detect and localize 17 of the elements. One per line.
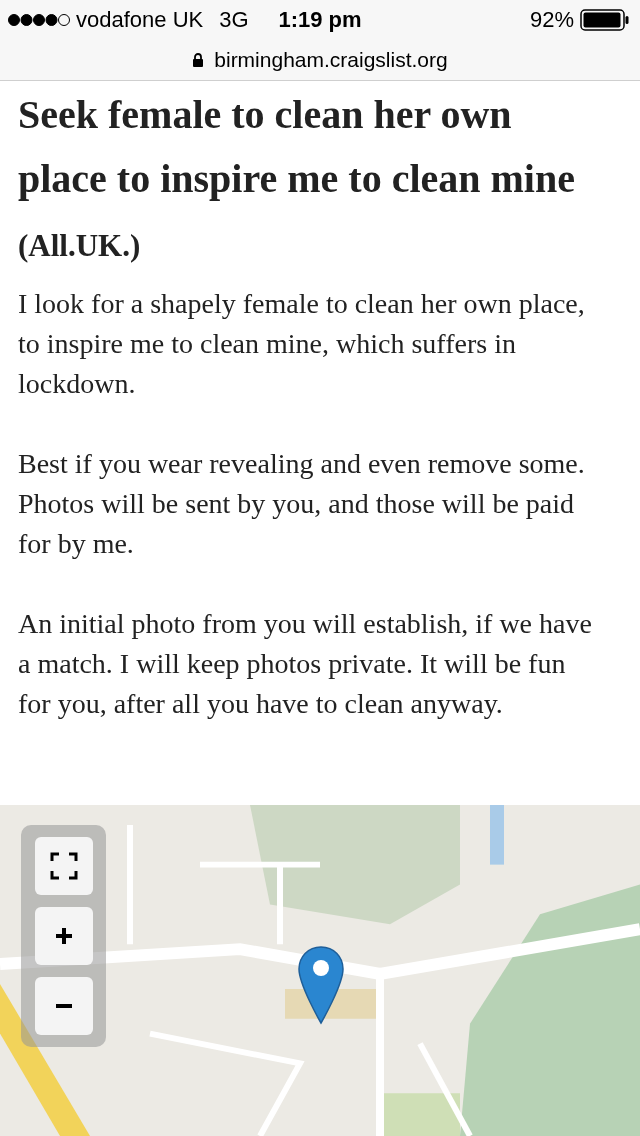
minus-icon	[54, 1003, 73, 1009]
carrier-name: vodafone UK	[76, 7, 204, 33]
fullscreen-button[interactable]	[34, 837, 93, 895]
zoom-in-button[interactable]	[34, 907, 93, 965]
fullscreen-icon	[49, 852, 78, 880]
map-pin-icon	[297, 945, 345, 1025]
lock-icon	[192, 52, 205, 68]
posting-title: Seek female to clean her own place to inspire me to clean mine (All.UK.)	[18, 91, 576, 265]
battery-percent: 92%	[529, 7, 574, 33]
clock-time: 1:19 pm	[278, 7, 362, 33]
battery-icon	[580, 9, 630, 31]
body-paragraph: An initial photo from you will establish, if we have a match. I will keep photos private. It will be fun for you, after all you have to clean anyway.	[18, 607, 593, 721]
plus-icon	[54, 927, 73, 945]
network-type: 3G	[219, 7, 249, 33]
signal-icon	[8, 13, 70, 27]
body-paragraph: Best if you wear revealing and even remove some. Photos will be sent by you, and those will be paid for by me.	[18, 447, 586, 561]
body-paragraph: I look for a shapely female to clean her own place, to inspire me to clean mine, which suffers in lockdown.	[18, 287, 586, 401]
